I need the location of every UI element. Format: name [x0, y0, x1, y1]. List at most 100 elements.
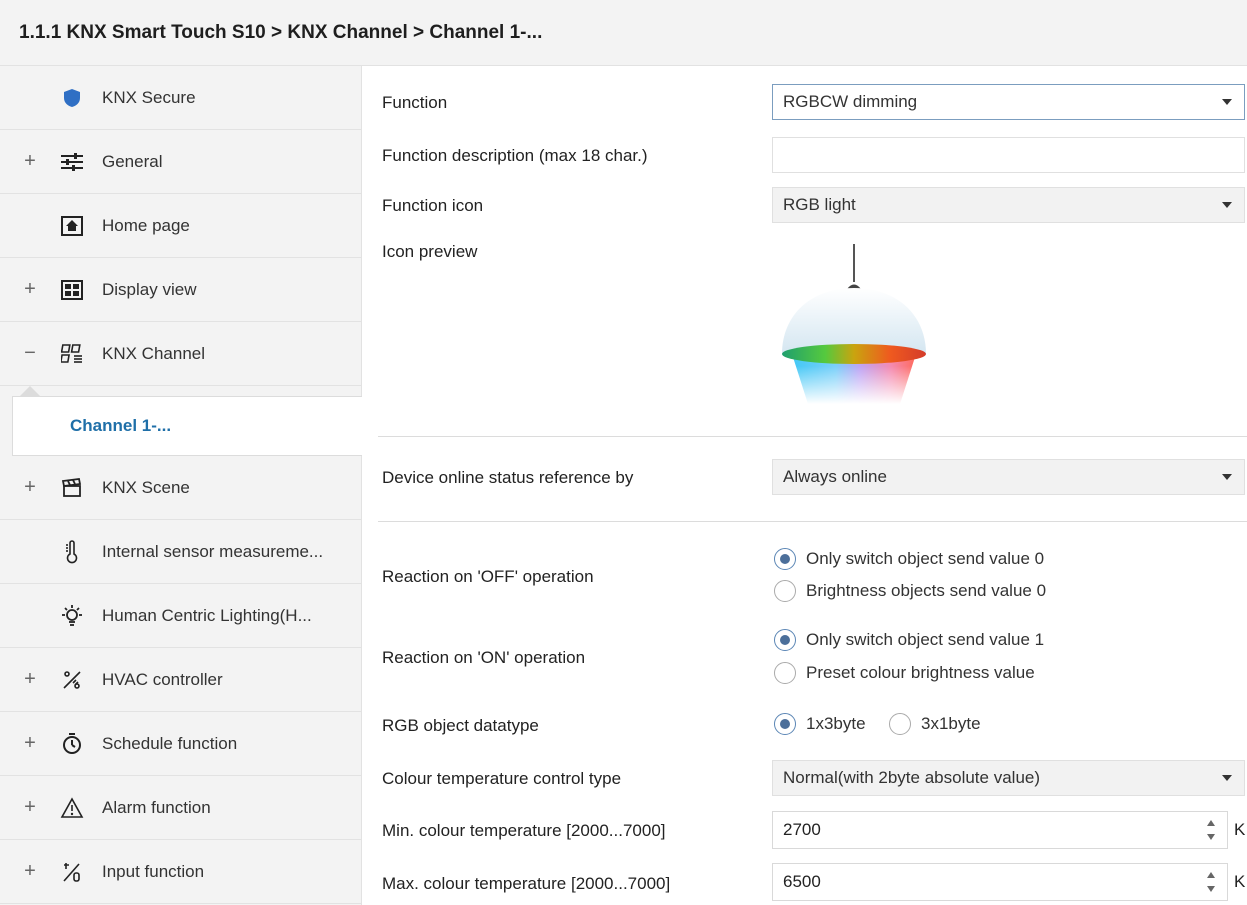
sidebar-item-knx-scene[interactable]: + KNX Scene — [0, 456, 362, 520]
online-status-label: Device online status reference by — [382, 468, 634, 487]
sidebar-item-input-function[interactable]: + Input function — [0, 840, 362, 904]
breadcrumb: 1.1.1 KNX Smart Touch S10 > KNX Channel … — [19, 22, 543, 43]
bulb-icon — [60, 604, 84, 628]
function-icon-label: Function icon — [382, 196, 484, 215]
radio-label: 1x3byte — [806, 714, 866, 733]
sidebar-item-label: Display view — [102, 279, 197, 299]
warning-icon — [60, 796, 84, 820]
rgb-light-icon — [772, 244, 942, 404]
expand-icon[interactable]: + — [22, 732, 38, 755]
sidebar-item-knx-channel[interactable]: − KNX Channel — [0, 322, 362, 386]
sidebar-item-label: General — [102, 151, 163, 171]
sidebar-item-knx-secure[interactable]: KNX Secure — [0, 66, 362, 130]
radio-empty-icon — [889, 713, 911, 735]
title-bar: 1.1.1 KNX Smart Touch S10 > KNX Channel … — [0, 0, 1247, 66]
radio-label: Only switch object send value 0 — [806, 549, 1045, 568]
on-radio-switch-only[interactable]: Only switch object send value 1 — [774, 629, 1044, 651]
selection-pointer — [20, 386, 40, 396]
input-icon — [60, 860, 84, 884]
expand-icon[interactable]: + — [22, 476, 38, 499]
off-radio-brightness[interactable]: Brightness objects send value 0 — [774, 580, 1046, 602]
radio-empty-icon — [774, 580, 796, 602]
chevron-down-icon — [1222, 99, 1232, 105]
grid-view-icon — [60, 278, 84, 302]
expand-icon[interactable]: + — [22, 668, 38, 691]
expand-icon[interactable]: + — [22, 860, 38, 883]
expand-icon[interactable]: + — [22, 796, 38, 819]
home-icon — [60, 214, 84, 238]
sidebar-item-label: Human Centric Lighting(H... — [102, 605, 312, 625]
function-label: Function — [382, 93, 448, 112]
function-icon-select-value: RGB light — [783, 195, 856, 214]
thermometer-icon — [60, 539, 84, 564]
on-reaction-label: Reaction on 'ON' operation — [382, 648, 586, 667]
function-select-value: RGBCW dimming — [783, 92, 918, 111]
sidebar-item-label: Internal sensor measureme... — [102, 541, 324, 561]
channel-icon — [60, 342, 84, 366]
max-ct-label: Max. colour temperature [2000...7000] — [382, 874, 671, 893]
sidebar: KNX Secure + General Home page + Display… — [0, 66, 362, 905]
radio-label: 3x1byte — [921, 714, 981, 733]
sliders-icon — [60, 150, 84, 174]
icon-preview-label: Icon preview — [382, 242, 478, 261]
function-description-input[interactable] — [772, 137, 1245, 173]
function-icon-select[interactable]: RGB light — [772, 187, 1245, 223]
hvac-icon — [60, 668, 84, 692]
function-description-label: Function description (max 18 char.) — [382, 146, 648, 165]
min-ct-input[interactable]: 2700 — [772, 811, 1228, 849]
sidebar-item-alarm-function[interactable]: + Alarm function — [0, 776, 362, 840]
min-ct-unit: K — [1234, 820, 1246, 839]
online-status-select[interactable]: Always online — [772, 459, 1245, 495]
collapse-icon[interactable]: − — [22, 342, 38, 365]
chevron-down-icon — [1222, 474, 1232, 480]
min-ct-value: 2700 — [783, 820, 821, 839]
sidebar-item-label: Schedule function — [102, 733, 238, 753]
sidebar-item-label: KNX Secure — [102, 87, 196, 107]
clapperboard-icon — [60, 476, 84, 500]
sidebar-item-label: KNX Scene — [102, 477, 190, 497]
sidebar-item-channel-1[interactable]: Channel 1-... — [12, 396, 362, 456]
sidebar-item-label: Home page — [102, 215, 190, 235]
shield-icon — [60, 86, 84, 110]
divider — [378, 436, 1247, 437]
timer-icon — [60, 732, 84, 756]
sidebar-item-internal-sensor[interactable]: Internal sensor measureme... — [0, 520, 362, 584]
sidebar-item-display-view[interactable]: + Display view — [0, 258, 362, 322]
function-select[interactable]: RGBCW dimming — [772, 84, 1245, 120]
radio-selected-icon — [774, 629, 796, 651]
online-status-select-value: Always online — [783, 467, 887, 486]
sidebar-item-schedule-function[interactable]: + Schedule function — [0, 712, 362, 776]
on-radio-preset-brightness[interactable]: Preset colour brightness value — [774, 662, 1035, 684]
sidebar-item-label: KNX Channel — [102, 343, 206, 363]
rgb-radio-3x1byte[interactable]: 3x1byte — [889, 713, 981, 735]
ct-control-type-label: Colour temperature control type — [382, 769, 622, 788]
chevron-down-icon — [1222, 202, 1232, 208]
off-radio-switch-only[interactable]: Only switch object send value 0 — [774, 548, 1044, 570]
max-ct-value: 6500 — [783, 872, 821, 891]
ct-control-type-select[interactable]: Normal(with 2byte absolute value) — [772, 760, 1245, 796]
sidebar-item-label: Channel 1-... — [70, 416, 172, 435]
radio-empty-icon — [774, 662, 796, 684]
min-ct-label: Min. colour temperature [2000...7000] — [382, 821, 666, 840]
radio-selected-icon — [774, 713, 796, 735]
max-ct-input[interactable]: 6500 — [772, 863, 1228, 901]
sidebar-item-home-page[interactable]: Home page — [0, 194, 362, 258]
sidebar-item-general[interactable]: + General — [0, 130, 362, 194]
rgb-datatype-label: RGB object datatype — [382, 716, 539, 735]
radio-label: Preset colour brightness value — [806, 663, 1035, 682]
spin-arrows-icon[interactable] — [1207, 870, 1217, 894]
expand-icon[interactable]: + — [22, 150, 38, 173]
expand-icon[interactable]: + — [22, 278, 38, 301]
radio-label: Brightness objects send value 0 — [806, 581, 1047, 600]
sidebar-item-label: HVAC controller — [102, 669, 223, 689]
rgb-radio-1x3byte[interactable]: 1x3byte — [774, 713, 866, 735]
sidebar-item-human-centric-lighting[interactable]: Human Centric Lighting(H... — [0, 584, 362, 648]
spin-arrows-icon[interactable] — [1207, 818, 1217, 842]
off-reaction-label: Reaction on 'OFF' operation — [382, 567, 594, 586]
sidebar-item-hvac-controller[interactable]: + HVAC controller — [0, 648, 362, 712]
divider — [378, 521, 1247, 522]
max-ct-unit: K — [1234, 872, 1246, 891]
parameter-panel: Function RGBCW dimming Function descript… — [362, 66, 1247, 905]
ct-control-type-select-value: Normal(with 2byte absolute value) — [783, 768, 1041, 787]
sidebar-item-label: Input function — [102, 861, 205, 881]
